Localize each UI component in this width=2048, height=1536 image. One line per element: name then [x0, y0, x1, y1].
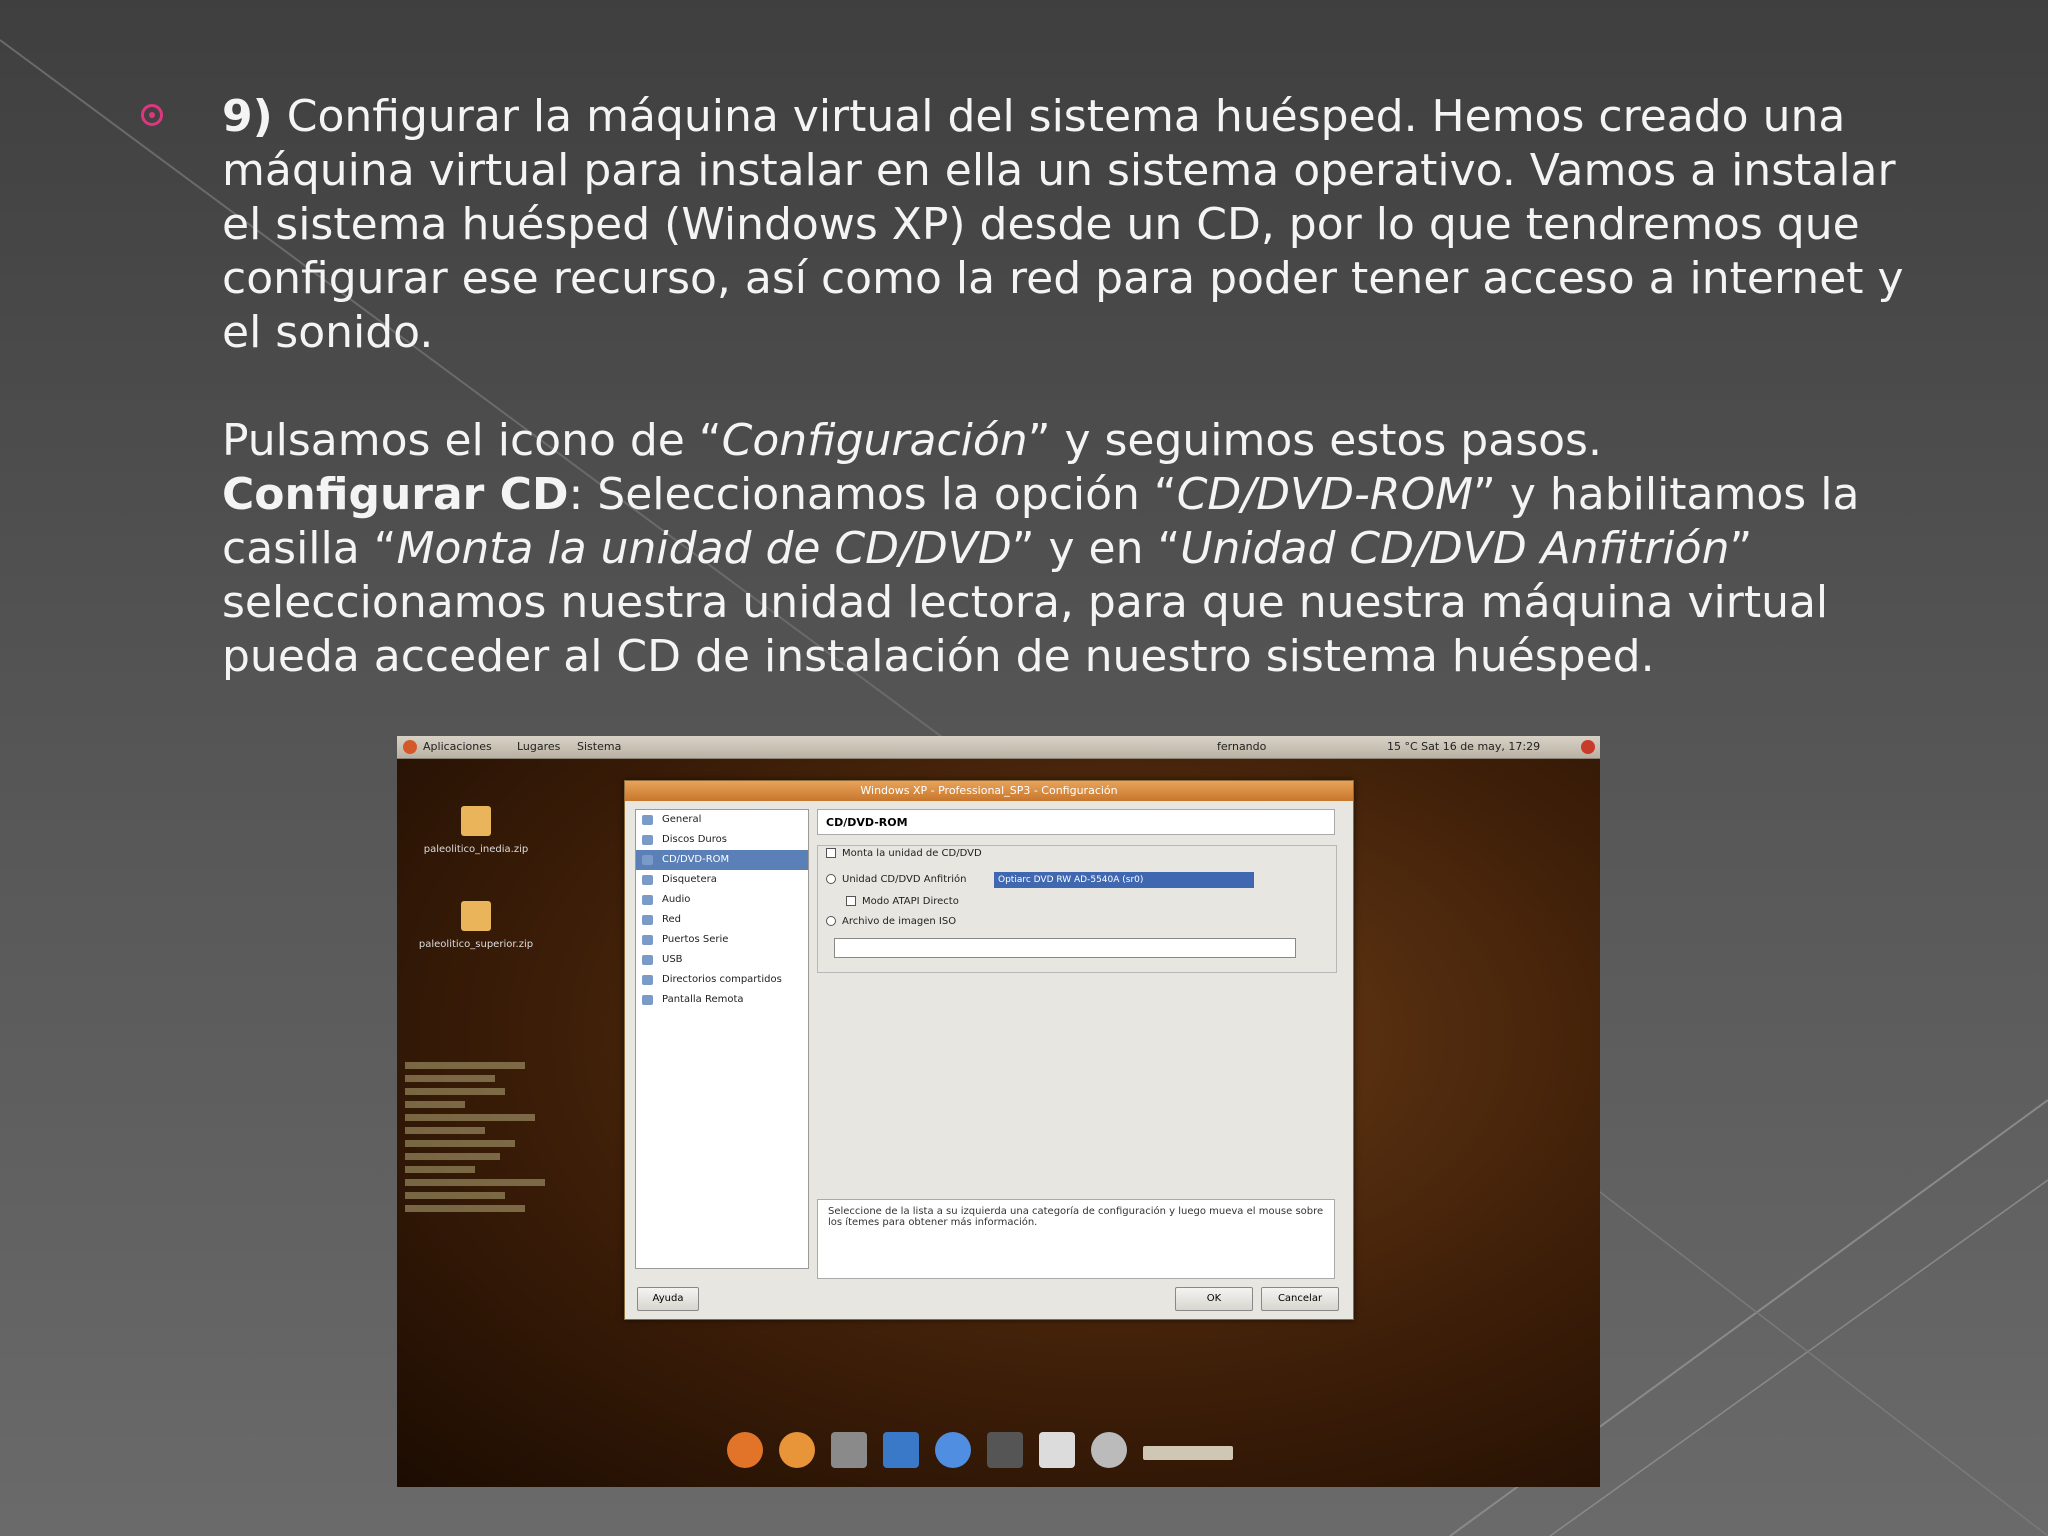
- menu-sistema[interactable]: Sistema: [577, 740, 621, 753]
- iso-radio[interactable]: [826, 916, 836, 926]
- section-title: CD/DVD-ROM: [817, 809, 1335, 835]
- iso-label: Archivo de imagen ISO: [842, 916, 957, 927]
- sidebar-item-general[interactable]: General: [636, 810, 808, 830]
- settings-sidebar: General Discos Duros CD/DVD-ROM Disquete…: [635, 809, 809, 1269]
- settings-dialog: Windows XP - Professional_SP3 - Configur…: [624, 780, 1354, 1320]
- configure-cd-paragraph: Configurar CD: Seleccionamos la opción “…: [222, 468, 1922, 684]
- help-button[interactable]: Ayuda: [637, 1287, 699, 1311]
- mount-label: Monta la unidad de CD/DVD: [842, 848, 982, 859]
- cd-text-1: : Seleccionamos la opción “: [568, 469, 1177, 520]
- drive-icon[interactable]: [1039, 1432, 1075, 1468]
- host-drive-label: Unidad CD/DVD Anfitrión: [842, 874, 967, 885]
- bullet-icon: [141, 104, 163, 126]
- iso-row[interactable]: Archivo de imagen ISO: [826, 916, 956, 927]
- passthrough-checkbox[interactable]: [846, 896, 856, 906]
- description-box: Seleccione de la lista a su izquierda un…: [817, 1199, 1335, 1279]
- sidebar-item-discos[interactable]: Discos Duros: [636, 830, 808, 850]
- terminal-icon[interactable]: [987, 1432, 1023, 1468]
- virtualbox-screenshot: Aplicaciones Lugares Sistema fernando 15…: [397, 736, 1600, 1487]
- sidebar-item-cd-dvd[interactable]: CD/DVD-ROM: [636, 850, 808, 870]
- sidebar-item-audio[interactable]: Audio: [636, 890, 808, 910]
- menu-aplicaciones[interactable]: Aplicaciones: [423, 740, 492, 753]
- cd-options-group: Monta la unidad de CD/DVD Unidad CD/DVD …: [817, 845, 1337, 973]
- desktop-icon-label: paleolitico_inedia.zip: [423, 844, 529, 855]
- firefox-icon[interactable]: [727, 1432, 763, 1468]
- sidebar-item-puertos-serie[interactable]: Puertos Serie: [636, 930, 808, 950]
- dialog-title: Windows XP - Professional_SP3 - Configur…: [625, 781, 1353, 801]
- ubuntu-logo-icon: [403, 740, 417, 754]
- sidebar-item-disquetera[interactable]: Disquetera: [636, 870, 808, 890]
- mount-checkbox[interactable]: [826, 848, 836, 858]
- power-icon[interactable]: [1581, 740, 1595, 754]
- sidebar-item-red[interactable]: Red: [636, 910, 808, 930]
- skull-icon[interactable]: [1091, 1432, 1127, 1468]
- iso-path-field[interactable]: [834, 938, 1296, 958]
- configure-cd-heading: Configurar CD: [222, 469, 569, 520]
- panel-clock[interactable]: 15 °C Sat 16 de may, 17:29: [1387, 740, 1540, 753]
- ok-button[interactable]: OK: [1175, 1287, 1253, 1311]
- cancel-button[interactable]: Cancelar: [1261, 1287, 1339, 1311]
- step-number: 9): [222, 91, 273, 142]
- instruction-italic: Configuración: [721, 415, 1028, 466]
- sidebar-item-usb[interactable]: USB: [636, 950, 808, 970]
- zip-file-icon[interactable]: [461, 806, 491, 836]
- zip-file-icon[interactable]: [461, 901, 491, 931]
- cd-italic-2: Monta la unidad de CD/DVD: [396, 523, 1012, 574]
- cd-italic-1: CD/DVD-ROM: [1176, 469, 1474, 520]
- mount-row[interactable]: Monta la unidad de CD/DVD: [826, 848, 982, 859]
- instruction-paragraph: Pulsamos el icono de “Configuración” y s…: [222, 414, 1922, 468]
- dock: [727, 1426, 1247, 1478]
- monitor-icon[interactable]: [883, 1432, 919, 1468]
- sidebar-item-pantalla-remota[interactable]: Pantalla Remota: [636, 990, 808, 1010]
- desktop-icon-label: paleolitico_superior.zip: [418, 939, 534, 950]
- step-paragraph: 9) Configurar la máquina virtual del sis…: [222, 90, 1922, 360]
- passthrough-row[interactable]: Modo ATAPI Directo: [846, 896, 959, 907]
- panel-user[interactable]: fernando: [1217, 740, 1266, 753]
- instruction-text: Pulsamos el icono de “: [222, 415, 722, 466]
- host-drive-select[interactable]: Optiarc DVD RW AD-5540A (sr0): [994, 872, 1254, 888]
- film-icon[interactable]: [831, 1432, 867, 1468]
- host-drive-radio[interactable]: [826, 874, 836, 884]
- step-text: Configurar la máquina virtual del sistem…: [222, 91, 1904, 358]
- host-drive-row[interactable]: Unidad CD/DVD Anfitrión: [826, 874, 966, 885]
- dock-taskbar-item[interactable]: [1143, 1446, 1233, 1460]
- passthrough-label: Modo ATAPI Directo: [862, 896, 959, 907]
- cd-text-3: ” y en “: [1011, 523, 1181, 574]
- conky-monitor: [405, 1056, 555, 1446]
- globe-icon[interactable]: [935, 1432, 971, 1468]
- cd-italic-3: Unidad CD/DVD Anfitrión: [1180, 523, 1730, 574]
- gnome-top-panel: Aplicaciones Lugares Sistema fernando 15…: [397, 736, 1600, 759]
- slide-text: 9) Configurar la máquina virtual del sis…: [222, 90, 1922, 684]
- app-icon[interactable]: [779, 1432, 815, 1468]
- instruction-text-end: ” y seguimos estos pasos.: [1027, 415, 1602, 466]
- sidebar-item-directorios[interactable]: Directorios compartidos: [636, 970, 808, 990]
- menu-lugares[interactable]: Lugares: [517, 740, 560, 753]
